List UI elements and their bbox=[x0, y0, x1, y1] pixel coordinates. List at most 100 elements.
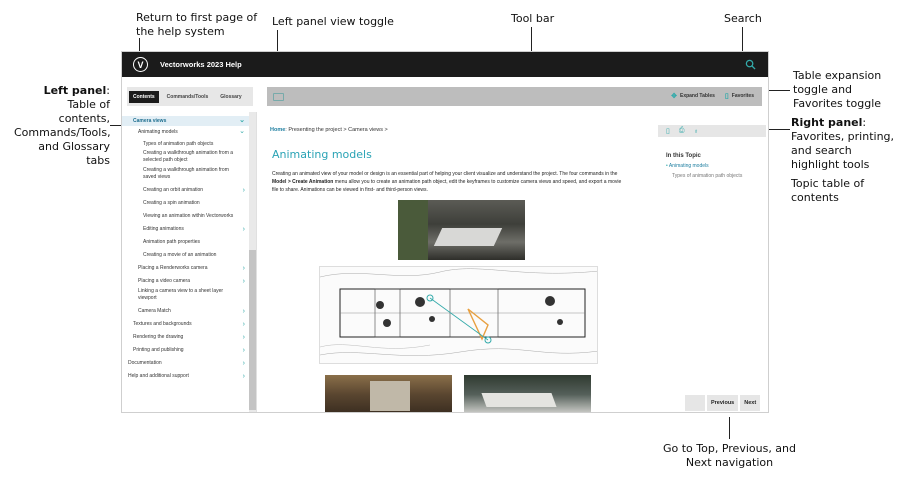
animation-render-image-top bbox=[398, 200, 525, 260]
annotation-right-panel: Right panel: Favorites, printing, and se… bbox=[791, 116, 896, 172]
toc-item[interactable]: Linking a camera view to a sheet layer v… bbox=[122, 288, 249, 305]
chevron-right-icon[interactable]: › bbox=[243, 275, 245, 288]
chevron-right-icon[interactable]: › bbox=[243, 344, 245, 357]
toc-scrollbar-thumb[interactable] bbox=[249, 250, 256, 410]
toc-item[interactable]: Textures and backgrounds › bbox=[122, 318, 249, 331]
toc-item-label: Placing a Renderworks camera bbox=[138, 265, 208, 271]
help-window: V Vectorworks 2023 Help Contents Command… bbox=[121, 51, 769, 413]
image-detail bbox=[481, 393, 557, 407]
bookmark-icon[interactable]: ▯ bbox=[666, 127, 670, 135]
toc-item[interactable]: Camera Match › bbox=[122, 305, 249, 318]
toc-item-label: Placing a video camera bbox=[138, 278, 190, 284]
toc-item[interactable]: Creating a walkthrough animation from a … bbox=[122, 150, 249, 167]
annotation-left-panel-bold: Left panel bbox=[43, 84, 107, 97]
go-to-top-button[interactable] bbox=[685, 395, 705, 411]
toolbar-right-group: ✥ Expand Tables ▯ Favorites bbox=[671, 92, 754, 100]
left-tabs: Contents Commands/Tools Glossary bbox=[127, 87, 253, 106]
toc-item[interactable]: Placing a video camera › bbox=[122, 275, 249, 288]
favorites-toggle-button[interactable]: ▯ Favorites bbox=[725, 92, 754, 100]
toc-item[interactable]: Help and additional support › bbox=[122, 370, 249, 383]
toc-item[interactable]: Animating models ⌄ bbox=[122, 126, 249, 138]
highlight-icon[interactable]: ♁ bbox=[693, 128, 698, 135]
chevron-down-icon[interactable]: ⌄ bbox=[239, 116, 245, 126]
chevron-right-icon[interactable]: › bbox=[243, 357, 245, 370]
toc-item[interactable]: Creating a movie of an animation bbox=[122, 249, 249, 262]
bullet-icon: • bbox=[666, 163, 668, 169]
topic-toc-item[interactable]: • Animating models bbox=[666, 163, 709, 169]
toc-item-label: Linking a camera view to a sheet layer v… bbox=[138, 288, 224, 301]
breadcrumb-home-link[interactable]: Home bbox=[270, 127, 285, 133]
tool-bar: ✥ Expand Tables ▯ Favorites bbox=[267, 87, 762, 106]
expand-tables-button[interactable]: ✥ Expand Tables bbox=[671, 92, 715, 100]
breadcrumb-path: : Presenting the project > Camera views … bbox=[285, 127, 388, 133]
toc-item[interactable]: Documentation › bbox=[122, 357, 249, 370]
chevron-right-icon[interactable]: › bbox=[243, 331, 245, 344]
chevron-right-icon[interactable]: › bbox=[243, 262, 245, 275]
toc-item[interactable]: Creating a spin animation bbox=[122, 197, 249, 210]
toc-item[interactable]: Editing animations › bbox=[122, 223, 249, 236]
toc-item[interactable]: Rendering the drawing › bbox=[122, 331, 249, 344]
chevron-right-icon[interactable]: › bbox=[243, 305, 245, 318]
annotation-return-home: Return to first page of the help system bbox=[136, 11, 258, 38]
annotation-search: Search bbox=[724, 12, 762, 25]
topic-body-text-1: Creating an animated view of your model … bbox=[272, 171, 618, 177]
topic-body: Creating an animated view of your model … bbox=[272, 170, 629, 194]
toc-item[interactable]: Camera views ⌄ bbox=[122, 116, 249, 126]
topic-toc-item-label: Animating models bbox=[668, 163, 709, 169]
chevron-down-icon[interactable]: ⌄ bbox=[239, 126, 245, 138]
chevron-right-icon[interactable]: › bbox=[243, 318, 245, 331]
toc-item-label: Creating an orbit animation bbox=[143, 187, 204, 193]
tab-contents[interactable]: Contents bbox=[129, 90, 159, 103]
expand-tables-label: Expand Tables bbox=[679, 93, 715, 99]
top-bar: V Vectorworks 2023 Help bbox=[122, 52, 768, 77]
toc-item-label: Editing animations bbox=[143, 226, 184, 232]
animation-render-image-bottom-left bbox=[325, 375, 452, 412]
toc-item[interactable]: Creating a walkthrough animation from sa… bbox=[122, 167, 249, 184]
toc-item[interactable]: Placing a Renderworks camera › bbox=[122, 262, 249, 275]
app-title: Vectorworks 2023 Help bbox=[160, 60, 242, 69]
image-detail bbox=[398, 200, 428, 260]
home-logo-button[interactable]: V bbox=[133, 57, 148, 72]
callout-line bbox=[729, 417, 730, 439]
toc-item-label: Types of animation path objects bbox=[143, 141, 214, 147]
print-icon[interactable]: ⎙ bbox=[679, 127, 685, 135]
annotation-left-panel: Left panel: Table of contents, Commands/… bbox=[14, 84, 111, 168]
chevron-right-icon[interactable]: › bbox=[243, 223, 245, 236]
toc-item-label: Printing and publishing bbox=[133, 347, 184, 353]
expand-icon: ✥ bbox=[671, 93, 677, 100]
toc-item-label: Animating models bbox=[138, 129, 178, 135]
chevron-right-icon[interactable]: › bbox=[243, 184, 245, 197]
page-title: Animating models bbox=[272, 148, 372, 161]
image-detail bbox=[433, 228, 503, 246]
toc-item-label: Help and additional support bbox=[128, 373, 189, 379]
toc-item-label: Camera Match bbox=[138, 308, 171, 314]
in-this-topic-heading: In this Topic bbox=[666, 153, 701, 159]
left-panel-toggle-icon[interactable] bbox=[273, 92, 284, 101]
toc-item[interactable]: Types of animation path objects bbox=[122, 138, 249, 150]
tab-glossary[interactable]: Glossary bbox=[216, 91, 245, 103]
breadcrumb: Home: Presenting the project > Camera vi… bbox=[270, 127, 388, 133]
toc-item[interactable]: Animation path properties bbox=[122, 236, 249, 249]
toc-item[interactable]: Viewing an animation within Vectorworks bbox=[122, 210, 249, 223]
toc-item-label: Textures and backgrounds bbox=[133, 321, 192, 327]
toc-item[interactable]: Printing and publishing › bbox=[122, 344, 249, 357]
right-panel-tools: ▯ ⎙ ♁ bbox=[658, 125, 766, 137]
annotation-nav: Go to Top, Previous, and Next navigation bbox=[662, 442, 797, 469]
previous-button[interactable]: Previous bbox=[707, 395, 739, 411]
favorites-label: Favorites bbox=[731, 93, 754, 99]
toc-item-label: Creating a walkthrough animation from a … bbox=[143, 150, 234, 163]
annotation-topic-toc: Topic table of contents bbox=[791, 177, 865, 204]
annotation-left-toggle: Left panel view toggle bbox=[272, 15, 394, 28]
next-button[interactable]: Next bbox=[740, 395, 761, 411]
toc-item-label: Creating a walkthrough animation from sa… bbox=[143, 167, 229, 180]
chevron-right-icon[interactable]: › bbox=[243, 370, 245, 383]
toc-item-label: Viewing an animation within Vectorworks bbox=[143, 213, 234, 219]
tab-commands-tools[interactable]: Commands/Tools bbox=[163, 91, 213, 103]
search-icon[interactable] bbox=[745, 59, 756, 70]
callout-line bbox=[768, 90, 790, 91]
toc-item[interactable]: Creating an orbit animation › bbox=[122, 184, 249, 197]
topic-toc-subitem[interactable]: Types of animation path objects bbox=[672, 173, 742, 179]
toolbar: Contents Commands/Tools Glossary ✥ Expan… bbox=[122, 87, 768, 106]
floor-plan-drawing bbox=[320, 268, 597, 356]
floor-plan-image bbox=[319, 266, 598, 364]
